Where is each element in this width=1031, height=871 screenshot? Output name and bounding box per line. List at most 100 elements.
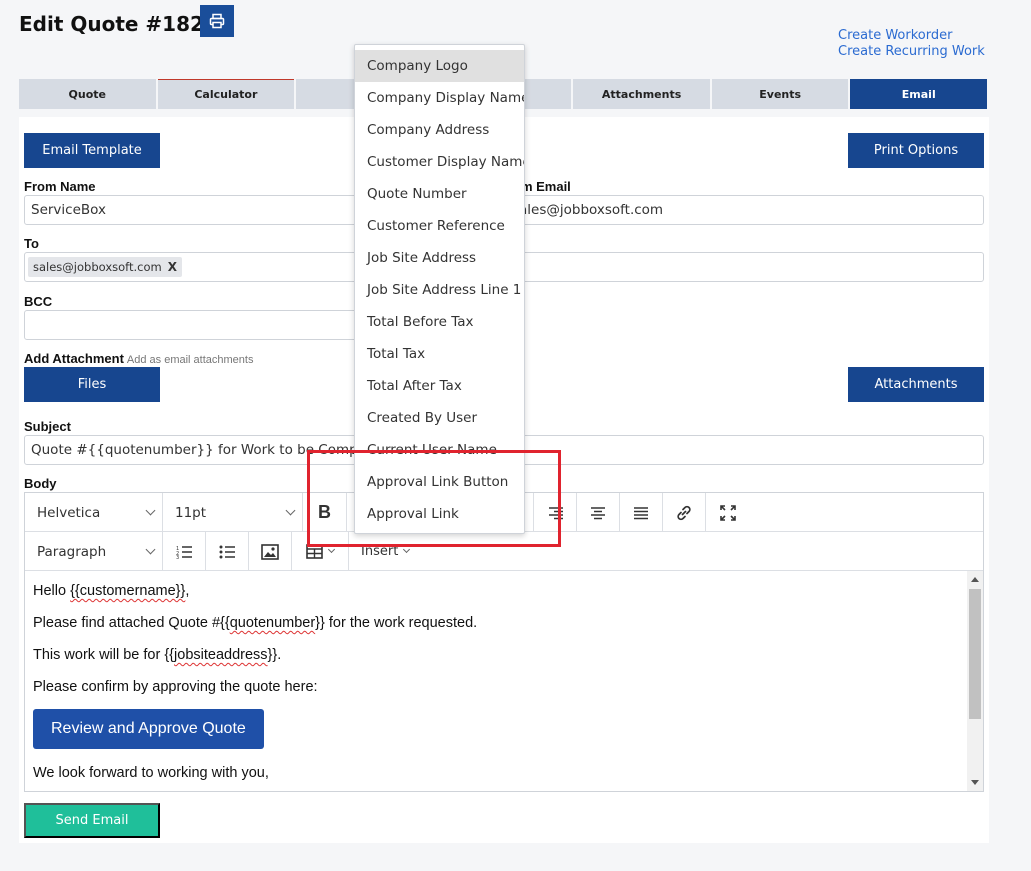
body-label: Body: [24, 476, 57, 491]
email-template-button[interactable]: Email Template: [24, 133, 160, 168]
remove-recipient-icon[interactable]: X: [168, 260, 177, 274]
body-line-greeting: Hello {{customername}},: [33, 581, 959, 601]
block-format-select[interactable]: Paragraph: [25, 532, 163, 571]
font-family-value: Helvetica: [37, 504, 101, 521]
bold-button[interactable]: B: [303, 493, 347, 532]
menu-item-company-display-name[interactable]: Company Display Name: [355, 82, 524, 114]
table-icon: [306, 544, 323, 559]
menu-item-total-after-tax[interactable]: Total After Tax: [355, 370, 524, 402]
insert-variable-menu: Company Logo Company Display Name Compan…: [354, 44, 525, 534]
scrollbar-thumb[interactable]: [969, 589, 981, 719]
recipient-chip: sales@jobboxsoft.com X: [28, 257, 182, 277]
numbered-list-button[interactable]: 123: [163, 532, 206, 571]
print-button[interactable]: [200, 5, 234, 37]
add-attachment-title: Add Attachment: [24, 351, 124, 366]
customername-tag: {{customername}}: [70, 583, 186, 599]
menu-item-approval-link-button[interactable]: Approval Link Button: [355, 466, 524, 498]
create-recurring-work-link[interactable]: Create Recurring Work: [838, 44, 985, 60]
insert-image-button[interactable]: [249, 532, 292, 571]
chevron-down-icon: [403, 545, 411, 554]
from-name-field[interactable]: ServiceBox: [24, 195, 364, 225]
from-name-label: From Name: [24, 179, 96, 194]
from-email-field[interactable]: ales@jobboxsoft.com: [505, 195, 984, 225]
line2-text-end: }} for the work requested.: [315, 615, 478, 631]
top-links: Create Workorder Create Recurring Work: [838, 28, 985, 60]
chevron-down-icon: [145, 505, 156, 516]
menu-item-created-by-user[interactable]: Created By User: [355, 402, 524, 434]
menu-item-total-tax[interactable]: Total Tax: [355, 338, 524, 370]
review-approve-quote-button[interactable]: Review and Approve Quote: [33, 709, 264, 749]
tab-attachments[interactable]: Attachments: [573, 79, 710, 109]
bullet-list-icon: [219, 545, 235, 558]
bullet-list-button[interactable]: [206, 532, 249, 571]
tab-events[interactable]: Events: [711, 79, 849, 109]
bcc-label: BCC: [24, 294, 53, 309]
files-button[interactable]: Files: [24, 367, 160, 402]
fullscreen-icon: [719, 504, 736, 521]
scroll-up-icon[interactable]: [971, 577, 979, 582]
link-icon: [677, 505, 691, 520]
add-attachment-label: Add Attachment Add as email attachments: [24, 351, 253, 366]
svg-text:3: 3: [176, 555, 179, 559]
rich-text-editor: Helvetica 11pt B Paragraph 123 Insert He…: [24, 492, 984, 792]
scroll-down-icon[interactable]: [971, 780, 979, 785]
numbered-list-icon: 123: [176, 546, 192, 559]
add-attachment-hint: Add as email attachments: [126, 354, 254, 366]
font-family-select[interactable]: Helvetica: [25, 493, 163, 532]
align-center-icon: [591, 506, 605, 519]
body-line-4: Please confirm by approving the quote he…: [33, 679, 318, 695]
menu-item-company-logo[interactable]: Company Logo: [355, 50, 524, 82]
greeting-text: Hello: [33, 583, 71, 599]
link-button[interactable]: [663, 493, 706, 532]
align-right-icon: [549, 506, 563, 519]
insert-menu-label: Insert: [361, 544, 399, 559]
justify-button[interactable]: [620, 493, 663, 532]
subject-label: Subject: [24, 419, 71, 434]
menu-item-job-site-address[interactable]: Job Site Address: [355, 242, 524, 274]
font-size-value: 11pt: [175, 504, 207, 521]
jobsiteaddress-tag: jobsiteaddress: [174, 647, 268, 663]
printer-icon: [209, 13, 225, 29]
page-title: Edit Quote #1828: [19, 12, 218, 36]
insert-menu-button[interactable]: Insert: [349, 532, 429, 571]
create-workorder-link[interactable]: Create Workorder: [838, 28, 985, 44]
chevron-down-icon: [285, 505, 296, 516]
greeting-punct: ,: [185, 583, 190, 599]
body-line-2: Please find attached Quote #{{quotenumbe…: [33, 613, 959, 633]
line3-text-end: }}.: [267, 647, 282, 663]
table-button[interactable]: [292, 532, 349, 571]
menu-item-customer-reference[interactable]: Customer Reference: [355, 210, 524, 242]
to-label: To: [24, 236, 39, 251]
menu-item-current-user-name[interactable]: Current User Name: [355, 434, 524, 466]
line3-text: This work will be for {{: [33, 647, 175, 663]
bcc-field[interactable]: [24, 310, 364, 340]
menu-item-job-site-address-line-1[interactable]: Job Site Address Line 1: [355, 274, 524, 306]
recipient-chip-label: sales@jobboxsoft.com: [33, 260, 162, 274]
line2-text: Please find attached Quote #{{: [33, 615, 230, 631]
image-icon: [261, 543, 279, 560]
tab-quote[interactable]: Quote: [19, 79, 156, 109]
body-line-3: This work will be for {{jobsiteaddress}}…: [33, 645, 959, 665]
menu-item-approval-link[interactable]: Approval Link: [355, 498, 524, 530]
font-size-select[interactable]: 11pt: [163, 493, 303, 532]
menu-item-quote-number[interactable]: Quote Number: [355, 178, 524, 210]
menu-item-customer-display-name[interactable]: Customer Display Name: [355, 146, 524, 178]
send-email-button[interactable]: Send Email: [24, 803, 160, 838]
editor-scrollbar[interactable]: [967, 571, 983, 791]
fullscreen-button[interactable]: [706, 493, 749, 532]
align-right-button[interactable]: [534, 493, 577, 532]
print-options-button[interactable]: Print Options: [848, 133, 984, 168]
editor-toolbar-row-2: Paragraph 123 Insert: [25, 532, 983, 571]
tab-email[interactable]: Email: [850, 79, 988, 109]
align-center-button[interactable]: [577, 493, 620, 532]
attachments-button[interactable]: Attachments: [848, 367, 984, 402]
menu-item-company-address[interactable]: Company Address: [355, 114, 524, 146]
chevron-down-icon: [327, 545, 336, 554]
block-format-value: Paragraph: [37, 543, 107, 560]
tab-calculator[interactable]: Calculator: [157, 79, 295, 109]
chevron-down-icon: [145, 544, 156, 555]
editor-content[interactable]: Hello {{customername}}, Please find atta…: [25, 571, 967, 791]
menu-item-total-before-tax[interactable]: Total Before Tax: [355, 306, 524, 338]
quotenumber-tag: quotenumber: [229, 615, 316, 631]
body-line-5: We look forward to working with you,: [33, 765, 269, 781]
